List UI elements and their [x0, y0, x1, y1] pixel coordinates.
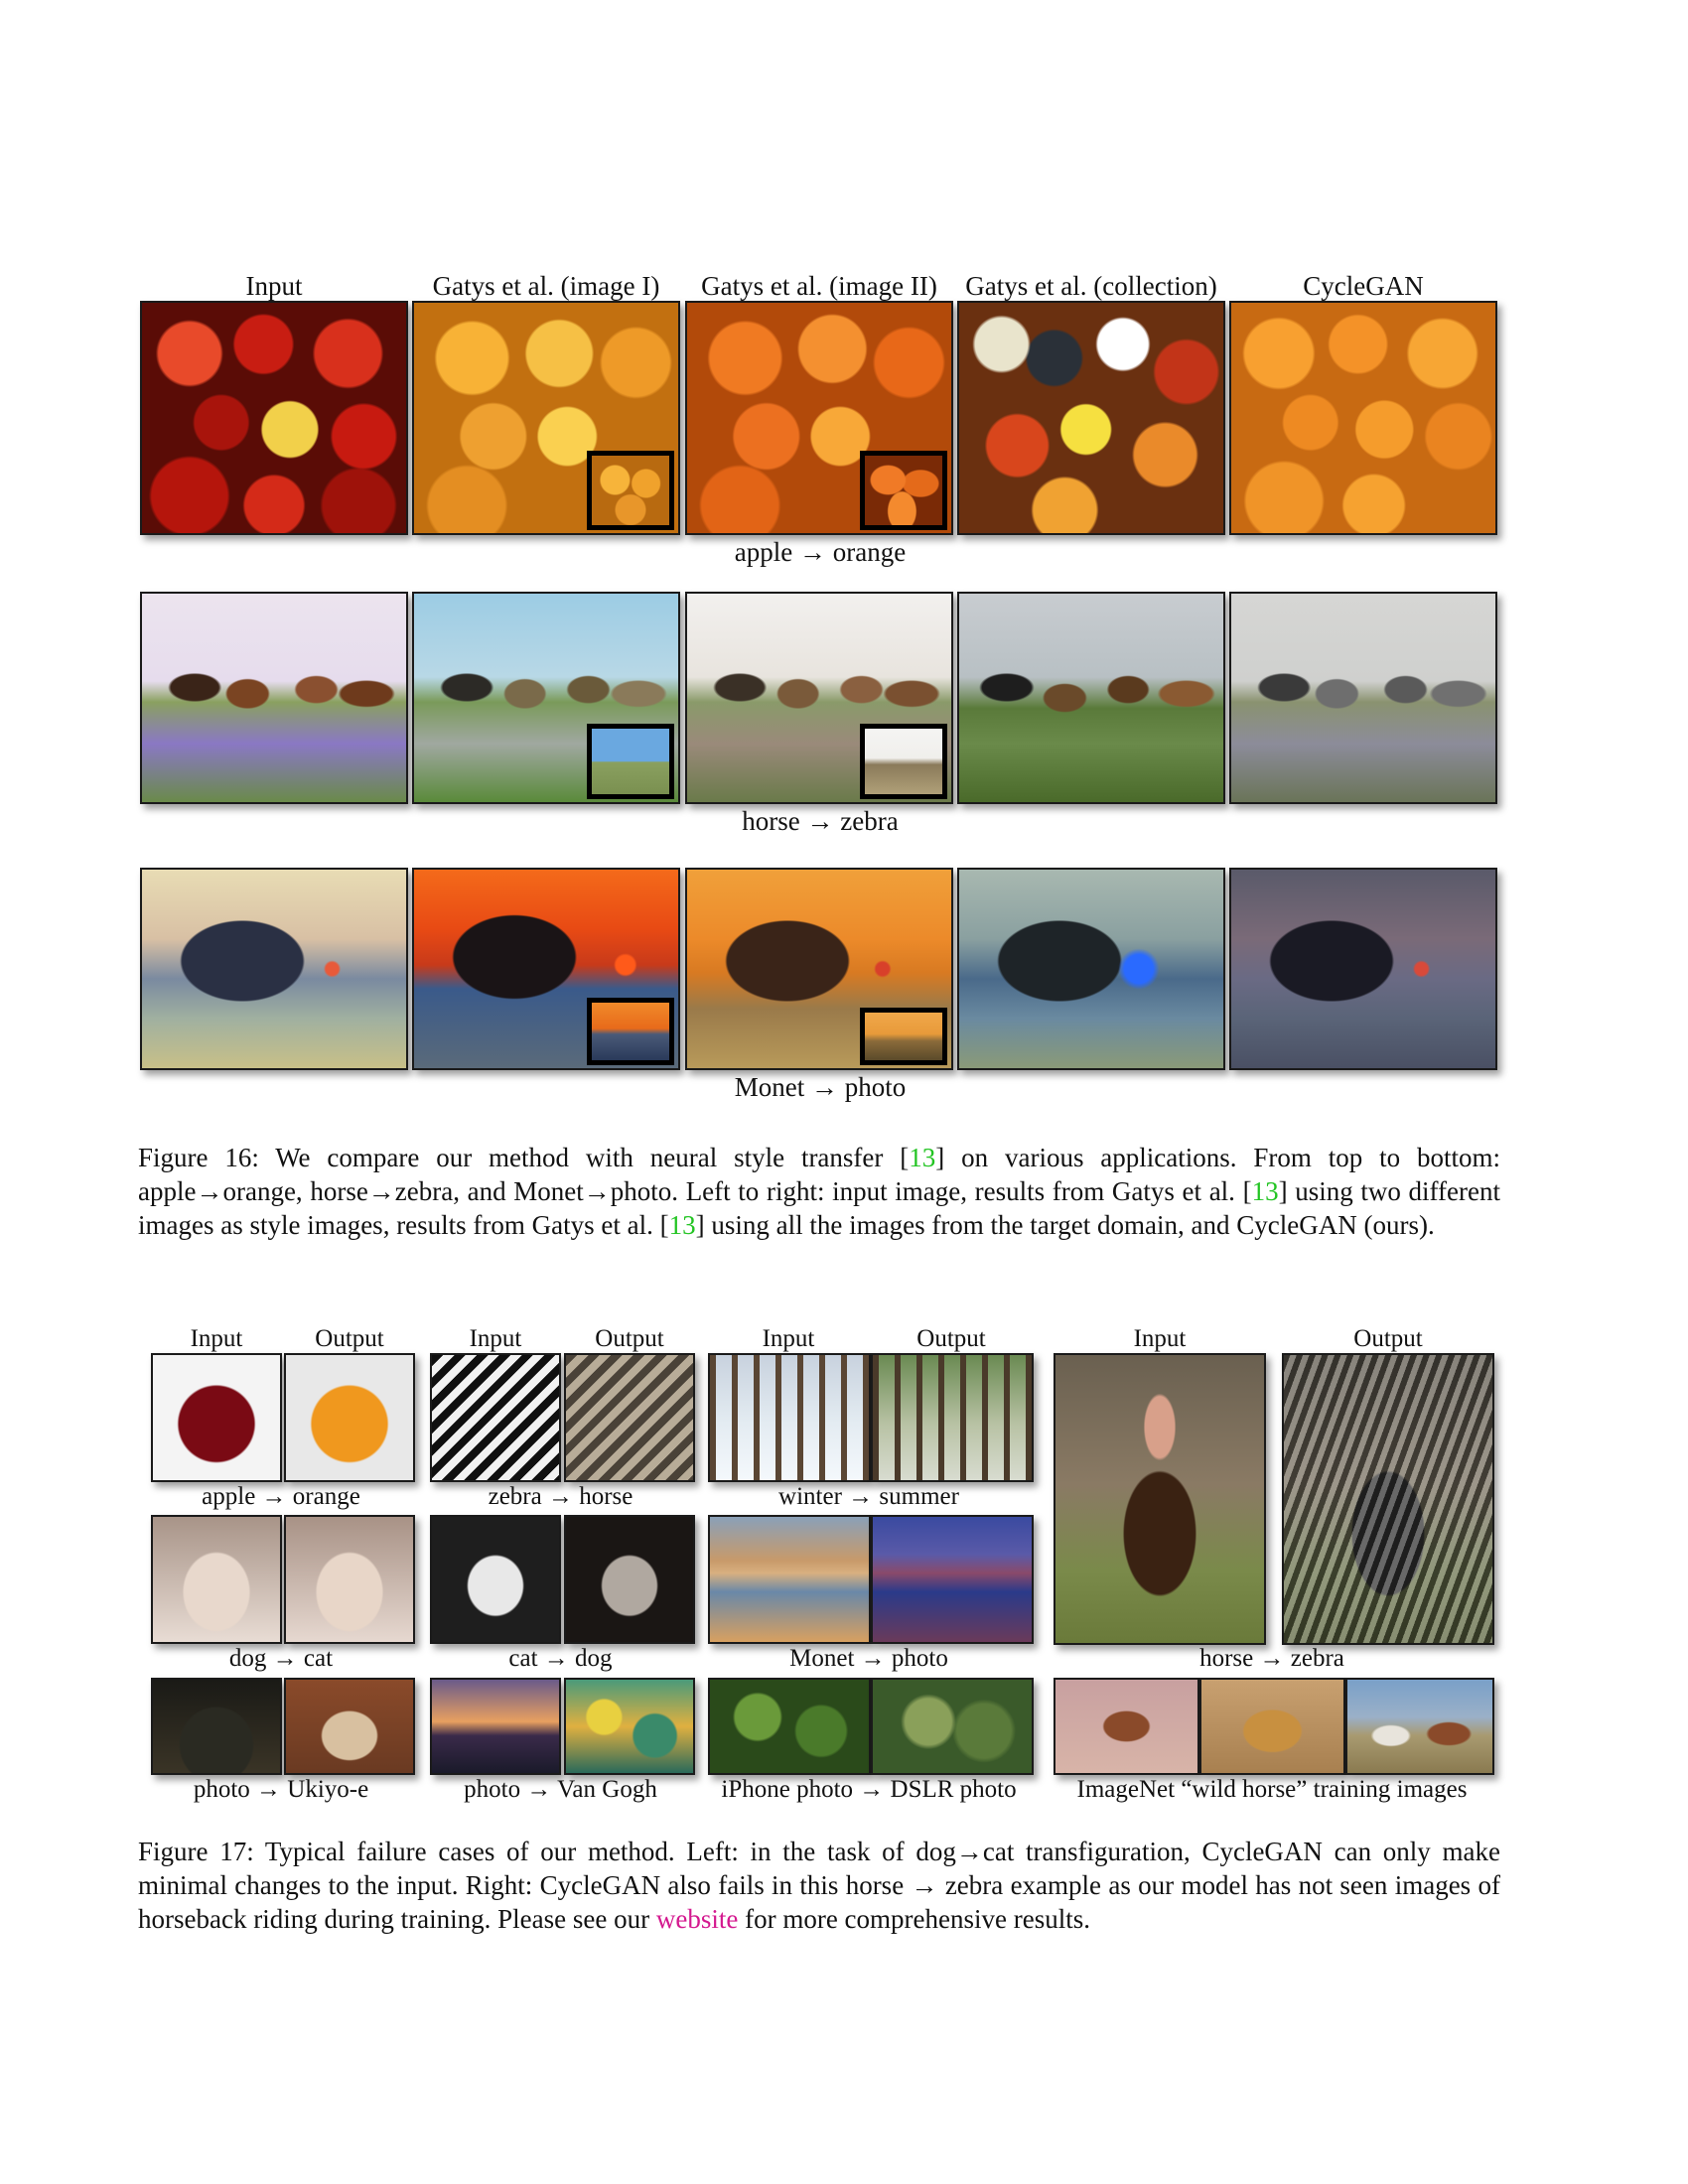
citation-13-link[interactable]: 13: [1252, 1176, 1279, 1206]
ukiyoe-input-thumb: [151, 1678, 282, 1775]
dslr-output-thumb: [871, 1678, 1034, 1775]
horse-rider-zebra-output: [1282, 1353, 1494, 1645]
monet-gatys-collection: [957, 868, 1225, 1070]
col-header-gatys-image-1: Gatys et al. (image I): [432, 271, 660, 301]
monet-input-image: [140, 868, 408, 1070]
horse-input-image: [140, 592, 408, 804]
header-input: Input: [762, 1325, 815, 1352]
apple-cyclegan-output: [1229, 301, 1497, 535]
row-label-horse-zebra: horse → zebra: [742, 806, 899, 836]
header-input: Input: [1133, 1325, 1187, 1352]
orange-output-thumb: [284, 1353, 415, 1482]
ukiyoe-output-thumb: [284, 1678, 415, 1775]
summer-output-thumb: [871, 1353, 1034, 1482]
label-zebra-horse: zebra → horse: [488, 1483, 633, 1510]
header-output: Output: [1353, 1325, 1423, 1352]
label-photo-vangogh: photo → Van Gogh: [464, 1776, 657, 1803]
monet-gatys-image-2: [685, 868, 953, 1070]
citation-13-link[interactable]: 13: [909, 1143, 935, 1172]
apple-input-thumb: [151, 1353, 282, 1482]
horse-gatys-image-1: [412, 592, 680, 804]
col-header-gatys-collection: Gatys et al. (collection): [965, 271, 1217, 301]
label-monet-photo: Monet → photo: [789, 1645, 948, 1672]
citation-13-link[interactable]: 13: [669, 1210, 696, 1240]
dog-output-thumb: [564, 1515, 695, 1644]
label-dog-cat: dog → cat: [228, 1645, 334, 1672]
apple-gatys-collection: [957, 301, 1225, 535]
header-input: Input: [190, 1325, 243, 1352]
website-link[interactable]: website: [656, 1904, 738, 1934]
imagenet-horse-thumb-1: [1054, 1678, 1199, 1775]
figure-16-caption: Figure 16: We compare our method with ne…: [138, 1143, 1500, 1240]
apple-gatys-image-1: [412, 301, 680, 535]
horse-output-thumb: [564, 1353, 695, 1482]
photo-output-thumb: [871, 1515, 1034, 1644]
label-winter-summer: winter → summer: [778, 1483, 959, 1510]
col-header-input: Input: [245, 271, 303, 301]
monet-gatys-image-1: [412, 868, 680, 1070]
zebra-input-thumb: [430, 1353, 561, 1482]
label-apple-orange: apple → orange: [202, 1483, 360, 1510]
row-label-apple-orange: apple → orange: [734, 537, 907, 567]
header-output: Output: [916, 1325, 986, 1352]
label-photo-ukiyoe: photo → Ukiyo-e: [193, 1776, 369, 1803]
col-header-gatys-image-2: Gatys et al. (image II): [701, 271, 937, 301]
imagenet-horse-thumb-3: [1345, 1678, 1494, 1775]
label-iphone-dslr: iPhone photo → DSLR photo: [721, 1776, 1017, 1803]
col-header-cyclegan: CycleGAN: [1303, 271, 1424, 301]
cat-input-thumb: [430, 1515, 561, 1644]
cat-output-thumb: [284, 1515, 415, 1644]
iphone-input-thumb: [708, 1678, 871, 1775]
label-imagenet-wild-horse: ImageNet “wild horse” training images: [1076, 1776, 1468, 1803]
horse-gatys-image-2: [685, 592, 953, 804]
row-label-monet-photo: Monet → photo: [734, 1072, 907, 1102]
vangogh-input-thumb: [430, 1678, 561, 1775]
header-output: Output: [315, 1325, 384, 1352]
figure-17-caption: Figure 17: Typical failure cases of our …: [138, 1837, 1500, 1934]
header-output: Output: [595, 1325, 664, 1352]
vangogh-output-thumb: [564, 1678, 695, 1775]
header-input: Input: [469, 1325, 522, 1352]
apple-input-image: [140, 301, 408, 535]
monet-cyclegan-output: [1229, 868, 1497, 1070]
label-cat-dog: cat → dog: [508, 1645, 613, 1672]
monet-input-thumb: [708, 1515, 871, 1644]
imagenet-horse-thumb-2: [1199, 1678, 1345, 1775]
horse-cyclegan-output: [1229, 592, 1497, 804]
horse-rider-input: [1054, 1353, 1266, 1645]
winter-input-thumb: [708, 1353, 871, 1482]
apple-gatys-image-2: [685, 301, 953, 535]
dog-input-thumb: [151, 1515, 282, 1644]
horse-gatys-collection: [957, 592, 1225, 804]
label-horse-zebra: horse → zebra: [1199, 1645, 1344, 1672]
